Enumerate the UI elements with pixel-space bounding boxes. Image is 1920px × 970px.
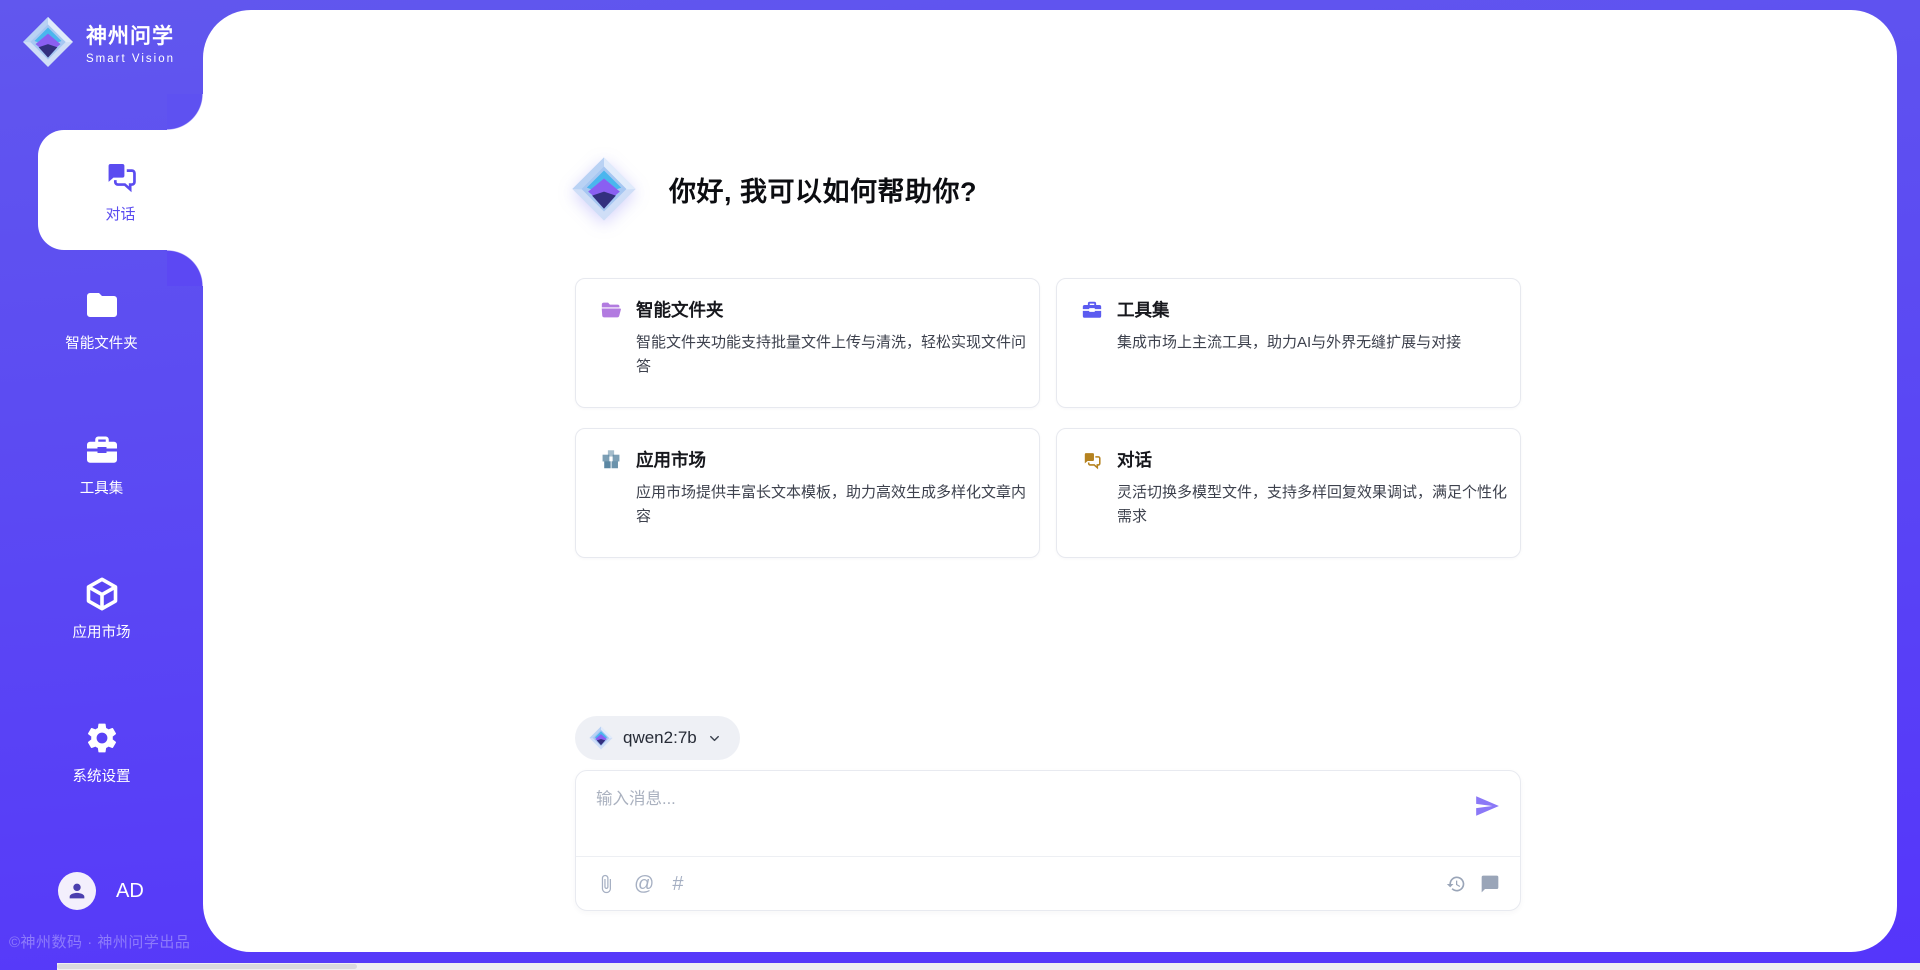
model-gem-icon xyxy=(589,726,613,750)
hashtag-button[interactable]: # xyxy=(672,874,683,894)
history-icon xyxy=(1446,874,1466,894)
person-icon xyxy=(66,880,88,902)
sidebar-item-settings[interactable]: 系统设置 xyxy=(0,720,203,786)
card-description: 灵活切换多模型文件，支持多样回复效果调试，满足个性化需求 xyxy=(1117,481,1509,529)
sidebar-item-label: 智能文件夹 xyxy=(65,332,138,353)
composer-toolbar: @ # xyxy=(576,856,1520,910)
card-description: 智能文件夹功能支持批量文件上传与清洗，轻松实现文件问答 xyxy=(636,331,1028,379)
scrollbar-thumb[interactable] xyxy=(57,964,357,969)
active-tab-scoop-top xyxy=(167,94,203,130)
card-title: 智能文件夹 xyxy=(636,297,724,322)
message-composer: @ # xyxy=(575,770,1521,911)
send-button[interactable] xyxy=(1474,791,1504,821)
sidebar-item-chat[interactable]: 对话 xyxy=(38,130,203,250)
chevron-down-icon xyxy=(707,731,722,746)
card-description: 应用市场提供丰富长文本模板，助力高效生成多样化文章内容 xyxy=(636,481,1028,529)
attachment-button[interactable] xyxy=(596,874,616,894)
user-account[interactable]: AD xyxy=(58,872,144,910)
attachment-icon xyxy=(596,874,616,894)
horizontal-scrollbar[interactable] xyxy=(57,963,1920,970)
toolbox-icon xyxy=(1081,299,1103,321)
pixel-cube-icon xyxy=(600,449,622,471)
greeting-text: 你好, 我可以如何帮助你? xyxy=(669,170,977,209)
brand-gem-icon xyxy=(22,16,74,68)
sidebar-item-label: 系统设置 xyxy=(73,765,131,786)
card-title: 对话 xyxy=(1117,447,1152,472)
sidebar-item-app-market[interactable]: 应用市场 xyxy=(0,576,203,642)
model-selector[interactable]: qwen2:7b xyxy=(575,716,740,760)
chat-toggle-button[interactable] xyxy=(1480,874,1500,894)
gear-icon xyxy=(84,720,120,756)
sidebar-item-label: 工具集 xyxy=(80,477,124,498)
copyright-footer: ©神州数码 · 神州问学出品 xyxy=(9,931,190,952)
cube-icon xyxy=(84,576,120,612)
folder-open-icon xyxy=(600,299,622,321)
active-tab-scoop-bottom xyxy=(167,250,203,286)
mention-button[interactable]: @ xyxy=(634,874,654,894)
chat-filled-icon xyxy=(1480,874,1500,894)
brand-subtitle: Smart Vision xyxy=(86,53,175,65)
chat-bubbles-icon xyxy=(102,157,140,195)
toolbox-icon xyxy=(84,432,120,468)
sidebar-item-label: 对话 xyxy=(105,203,135,224)
history-button[interactable] xyxy=(1446,874,1466,894)
sidebar-item-smart-folder[interactable]: 智能文件夹 xyxy=(0,287,203,353)
sidebar: 神州问学 Smart Vision 对话 智能文件夹 工具集 应用市场 系统设置… xyxy=(0,0,203,970)
card-description: 集成市场上主流工具，助力AI与外界无缝扩展与对接 xyxy=(1117,331,1509,355)
message-input[interactable] xyxy=(596,785,1446,843)
main-panel: 你好, 我可以如何帮助你? 智能文件夹 智能文件夹功能支持批量文件上传与清洗，轻… xyxy=(203,10,1897,952)
feature-cards: 智能文件夹 智能文件夹功能支持批量文件上传与清洗，轻松实现文件问答 工具集 集成… xyxy=(575,278,1521,558)
user-name: AD xyxy=(116,880,144,903)
chat-bubbles-icon xyxy=(1081,449,1103,471)
card-toolset[interactable]: 工具集 集成市场上主流工具，助力AI与外界无缝扩展与对接 xyxy=(1056,278,1521,408)
folder-icon xyxy=(84,287,120,323)
sidebar-item-label: 应用市场 xyxy=(73,621,131,642)
card-smart-folder[interactable]: 智能文件夹 智能文件夹功能支持批量文件上传与清洗，轻松实现文件问答 xyxy=(575,278,1040,408)
model-name: qwen2:7b xyxy=(623,728,697,748)
app-logo: 神州问学 Smart Vision xyxy=(22,16,175,68)
sidebar-item-toolset[interactable]: 工具集 xyxy=(0,432,203,498)
card-title: 应用市场 xyxy=(636,447,706,472)
send-plane-icon xyxy=(1474,793,1500,819)
card-app-market[interactable]: 应用市场 应用市场提供丰富长文本模板，助力高效生成多样化文章内容 xyxy=(575,428,1040,558)
card-title: 工具集 xyxy=(1117,297,1170,322)
card-chat[interactable]: 对话 灵活切换多模型文件，支持多样回复效果调试，满足个性化需求 xyxy=(1056,428,1521,558)
avatar xyxy=(58,872,96,910)
greeting-gem-icon xyxy=(571,156,637,222)
brand-name: 神州问学 xyxy=(86,20,175,50)
greeting-block: 你好, 我可以如何帮助你? xyxy=(571,156,977,222)
